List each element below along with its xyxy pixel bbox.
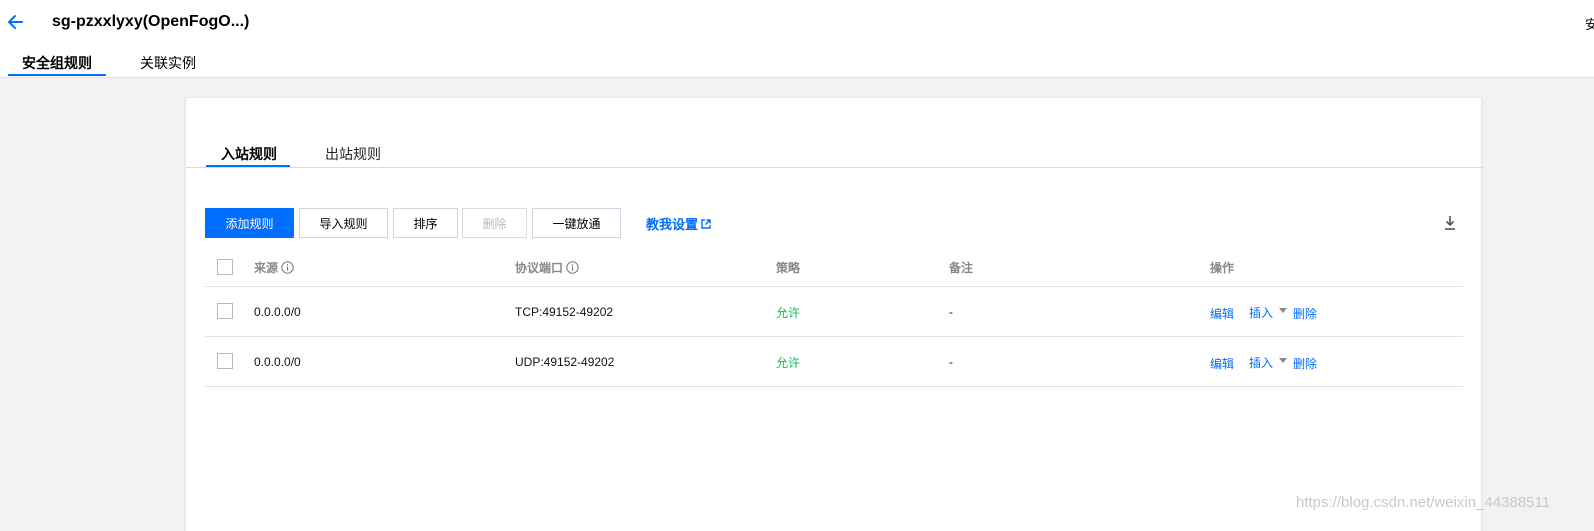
column-header-source: 来源: [254, 259, 294, 276]
info-icon[interactable]: [281, 261, 294, 274]
column-header-actions: 操作: [1210, 261, 1235, 275]
help-setup-label: 教我设置: [646, 217, 699, 232]
policy-cell: 允许: [776, 306, 801, 320]
help-setup-link[interactable]: 教我设置: [646, 214, 711, 233]
row-checkbox[interactable]: [217, 303, 233, 319]
source-cell: 0.0.0.0/0: [254, 355, 301, 369]
dropdown-caret-icon[interactable]: [1279, 308, 1287, 313]
subtabs-divider: [186, 167, 1483, 168]
delete-button[interactable]: 删除: [462, 208, 527, 238]
edit-link[interactable]: 编辑: [1210, 355, 1234, 372]
column-header-protocol-port: 协议端口: [515, 259, 579, 276]
column-header-policy: 策略: [776, 261, 801, 275]
insert-link[interactable]: 插入: [1249, 354, 1273, 371]
top-header: sg-pzxxlyxy(OpenFogO...) 安 安全组规则 关联实例: [0, 0, 1594, 78]
source-cell: 0.0.0.0/0: [254, 305, 301, 319]
row-divider: [205, 336, 1463, 337]
tab-associated-instances[interactable]: 关联实例: [140, 53, 196, 77]
protocol-port-cell: TCP:49152-49202: [515, 305, 614, 319]
column-header-protocol-port-label: 协议端口: [515, 261, 564, 275]
tab-outbound-rules[interactable]: 出站规则: [325, 144, 381, 164]
watermark-text: https://blog.csdn.net/weixin_44388511: [1296, 494, 1551, 511]
add-rule-button[interactable]: 添加规则: [205, 208, 294, 238]
dropdown-caret-icon[interactable]: [1279, 358, 1287, 363]
tab-inbound-rules[interactable]: 入站规则: [221, 144, 277, 164]
column-header-note: 备注: [949, 261, 974, 275]
note-cell: -: [949, 355, 953, 369]
protocol-port-cell: UDP:49152-49202: [515, 355, 615, 369]
delete-link[interactable]: 删除: [1293, 305, 1317, 322]
insert-link[interactable]: 插入: [1249, 304, 1273, 321]
policy-cell: 允许: [776, 356, 801, 370]
download-icon[interactable]: [1443, 215, 1457, 231]
rules-panel: 入站规则 出站规则 添加规则 导入规则 排序 删除 一键放通 教我设置 来源 协…: [185, 97, 1483, 531]
note-cell: -: [949, 305, 953, 319]
delete-link[interactable]: 删除: [1293, 355, 1317, 372]
edit-link[interactable]: 编辑: [1210, 305, 1234, 322]
row-divider: [205, 286, 1463, 287]
page-title: sg-pzxxlyxy(OpenFogO...): [52, 13, 250, 30]
row-checkbox[interactable]: [217, 353, 233, 369]
back-arrow-icon[interactable]: [6, 12, 26, 32]
sort-button[interactable]: 排序: [393, 208, 458, 238]
header-corner-text[interactable]: 安: [1585, 14, 1594, 33]
info-icon[interactable]: [566, 261, 579, 274]
select-all-checkbox[interactable]: [217, 259, 233, 275]
column-header-source-label: 来源: [254, 261, 279, 275]
import-rules-button[interactable]: 导入规则: [299, 208, 388, 238]
row-divider: [205, 386, 1463, 387]
active-tab-indicator: [8, 74, 106, 76]
open-all-button[interactable]: 一键放通: [532, 208, 621, 238]
external-link-icon: [701, 218, 711, 229]
